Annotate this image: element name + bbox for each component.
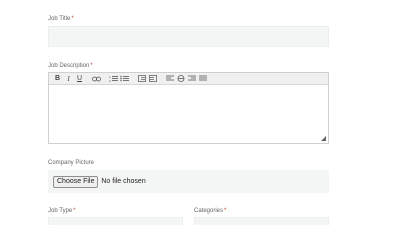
categories-label-text: Categories bbox=[194, 208, 224, 214]
align-center-icon[interactable] bbox=[175, 73, 186, 84]
job-title-label-text: Job Title bbox=[48, 16, 71, 22]
job-description-label-text: Job Description bbox=[48, 63, 90, 69]
job-title-label: Job Title* bbox=[48, 16, 74, 23]
required-mark: * bbox=[224, 208, 227, 214]
editor-content-area[interactable] bbox=[49, 85, 328, 143]
editor-toolbar: B I U 12 bbox=[49, 73, 328, 85]
required-mark: * bbox=[71, 16, 74, 22]
align-justify-icon[interactable] bbox=[197, 73, 208, 84]
categories-select[interactable] bbox=[194, 217, 329, 225]
required-mark: * bbox=[73, 208, 76, 214]
file-status-text: No file chosen bbox=[101, 178, 146, 185]
job-type-label: Job Type* bbox=[48, 208, 76, 215]
numbered-list-icon[interactable]: 12 bbox=[108, 73, 119, 84]
job-description-label: Job Description* bbox=[48, 63, 93, 70]
underline-icon[interactable]: U bbox=[74, 73, 85, 84]
job-title-input[interactable] bbox=[48, 26, 329, 47]
choose-file-button[interactable]: Choose File bbox=[53, 175, 99, 188]
outdent-icon[interactable] bbox=[136, 73, 147, 84]
company-picture-file-input: Choose File No file chosen bbox=[48, 170, 329, 193]
link-icon[interactable] bbox=[91, 73, 102, 84]
italic-icon[interactable]: I bbox=[63, 73, 74, 84]
bold-icon[interactable]: B bbox=[52, 73, 63, 84]
svg-text:2: 2 bbox=[109, 79, 111, 82]
resize-grip-icon[interactable] bbox=[321, 136, 326, 141]
company-picture-label-text: Company Picture bbox=[48, 160, 95, 166]
bulleted-list-icon[interactable] bbox=[119, 73, 130, 84]
align-left-icon[interactable] bbox=[164, 73, 175, 84]
categories-label: Categories* bbox=[194, 208, 226, 215]
required-mark: * bbox=[90, 63, 93, 69]
indent-icon[interactable] bbox=[147, 73, 158, 84]
job-type-label-text: Job Type bbox=[48, 208, 73, 214]
align-right-icon[interactable] bbox=[186, 73, 197, 84]
company-picture-label: Company Picture bbox=[48, 160, 94, 167]
job-description-editor[interactable]: B I U 12 bbox=[48, 72, 329, 144]
job-type-select[interactable] bbox=[48, 217, 183, 225]
